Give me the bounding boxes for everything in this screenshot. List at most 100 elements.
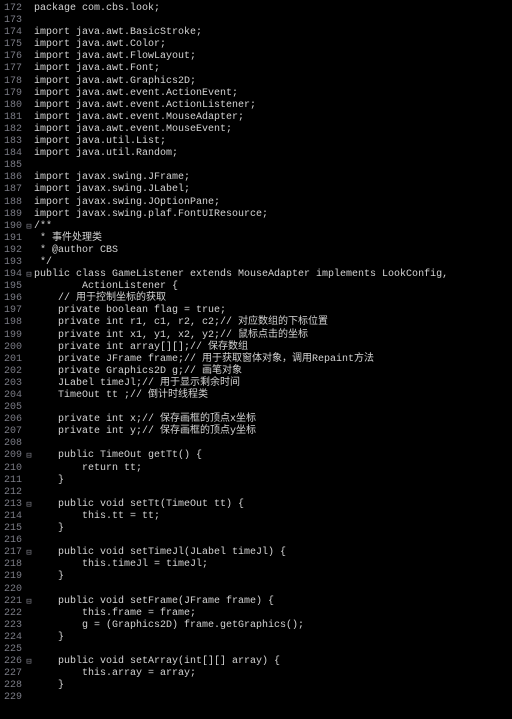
fold-marker[interactable] — [24, 51, 34, 63]
fold-marker[interactable] — [24, 511, 34, 523]
code-line[interactable] — [34, 535, 448, 547]
fold-marker[interactable] — [24, 438, 34, 450]
code-line[interactable]: import javax.swing.JOptionPane; — [34, 197, 448, 209]
fold-marker[interactable] — [24, 620, 34, 632]
code-line[interactable]: private int r1, c1, r2, c2;// 对应数组的下标位置 — [34, 317, 448, 329]
code-line[interactable]: } — [34, 680, 448, 692]
fold-marker[interactable] — [24, 27, 34, 39]
code-line[interactable]: * @author CBS — [34, 245, 448, 257]
code-line[interactable]: g = (Graphics2D) frame.getGraphics(); — [34, 620, 448, 632]
code-line[interactable]: package com.cbs.look; — [34, 3, 448, 15]
fold-marker[interactable]: ⊟ — [24, 656, 34, 668]
code-line[interactable]: private Graphics2D g;// 画笔对象 — [34, 366, 448, 378]
code-line[interactable] — [34, 15, 448, 27]
fold-marker[interactable] — [24, 584, 34, 596]
code-content[interactable]: package com.cbs.look; import java.awt.Bas… — [34, 3, 448, 704]
fold-marker[interactable]: ⊟ — [24, 221, 34, 233]
code-line[interactable]: public void setTt(TimeOut tt) { — [34, 499, 448, 511]
fold-marker[interactable] — [24, 366, 34, 378]
fold-marker[interactable] — [24, 632, 34, 644]
code-line[interactable]: import java.util.Random; — [34, 148, 448, 160]
code-line[interactable]: this.timeJl = timeJl; — [34, 559, 448, 571]
fold-marker[interactable] — [24, 209, 34, 221]
code-line[interactable]: import javax.swing.JLabel; — [34, 184, 448, 196]
fold-marker[interactable] — [24, 317, 34, 329]
fold-marker[interactable] — [24, 378, 34, 390]
fold-marker[interactable] — [24, 330, 34, 342]
fold-marker[interactable] — [24, 136, 34, 148]
fold-marker[interactable] — [24, 293, 34, 305]
code-line[interactable]: this.array = array; — [34, 668, 448, 680]
fold-marker[interactable] — [24, 197, 34, 209]
code-line[interactable]: } — [34, 475, 448, 487]
fold-marker[interactable] — [24, 668, 34, 680]
fold-marker[interactable] — [24, 172, 34, 184]
fold-marker[interactable] — [24, 644, 34, 656]
code-line[interactable]: private JFrame frame;// 用于获取窗体对象，调用Repai… — [34, 354, 448, 366]
fold-marker[interactable] — [24, 257, 34, 269]
code-line[interactable]: import java.awt.event.ActionEvent; — [34, 88, 448, 100]
code-line[interactable]: } — [34, 571, 448, 583]
code-line[interactable]: private int array[][];// 保存数组 — [34, 342, 448, 354]
code-line[interactable]: private int x1, y1, x2, y2;// 鼠标点击的坐标 — [34, 330, 448, 342]
code-line[interactable]: import java.awt.Font; — [34, 63, 448, 75]
fold-marker[interactable] — [24, 390, 34, 402]
code-line[interactable]: import java.awt.Color; — [34, 39, 448, 51]
code-line[interactable]: JLabel timeJl;// 用于显示剩余时间 — [34, 378, 448, 390]
fold-marker[interactable] — [24, 426, 34, 438]
code-line[interactable] — [34, 487, 448, 499]
code-line[interactable] — [34, 160, 448, 172]
code-line[interactable] — [34, 402, 448, 414]
fold-marker[interactable] — [24, 160, 34, 172]
code-line[interactable]: this.frame = frame; — [34, 608, 448, 620]
code-line[interactable]: private int y;// 保存画框的顶点y坐标 — [34, 426, 448, 438]
fold-marker[interactable] — [24, 124, 34, 136]
code-line[interactable]: public void setArray(int[][] array) { — [34, 656, 448, 668]
fold-marker[interactable] — [24, 559, 34, 571]
fold-marker[interactable]: ⊟ — [24, 499, 34, 511]
fold-marker[interactable] — [24, 523, 34, 535]
fold-marker[interactable] — [24, 414, 34, 426]
code-line[interactable]: import javax.swing.plaf.FontUIResource; — [34, 209, 448, 221]
code-line[interactable]: import java.awt.FlowLayout; — [34, 51, 448, 63]
code-line[interactable]: private boolean flag = true; — [34, 305, 448, 317]
code-line[interactable] — [34, 438, 448, 450]
fold-marker[interactable] — [24, 63, 34, 75]
fold-marker[interactable]: ⊟ — [24, 596, 34, 608]
code-line[interactable]: // 用于控制坐标的获取 — [34, 293, 448, 305]
code-line[interactable]: ActionListener { — [34, 281, 448, 293]
fold-marker[interactable] — [24, 112, 34, 124]
code-line[interactable]: public void setFrame(JFrame frame) { — [34, 596, 448, 608]
fold-marker[interactable] — [24, 535, 34, 547]
fold-marker[interactable] — [24, 233, 34, 245]
fold-marker[interactable] — [24, 39, 34, 51]
fold-marker[interactable] — [24, 3, 34, 15]
code-line[interactable]: } — [34, 632, 448, 644]
code-line[interactable]: this.tt = tt; — [34, 511, 448, 523]
code-line[interactable]: public TimeOut getTt() { — [34, 450, 448, 462]
fold-marker[interactable]: ⊟ — [24, 450, 34, 462]
code-line[interactable] — [34, 692, 448, 704]
fold-marker[interactable] — [24, 680, 34, 692]
code-line[interactable]: import java.awt.event.MouseAdapter; — [34, 112, 448, 124]
fold-marker[interactable] — [24, 402, 34, 414]
fold-marker[interactable] — [24, 148, 34, 160]
code-line[interactable]: public class GameListener extends MouseA… — [34, 269, 448, 281]
fold-marker[interactable] — [24, 15, 34, 27]
code-line[interactable]: public void setTimeJl(JLabel timeJl) { — [34, 547, 448, 559]
code-line[interactable] — [34, 584, 448, 596]
code-line[interactable]: import java.awt.event.ActionListener; — [34, 100, 448, 112]
code-line[interactable]: /** — [34, 221, 448, 233]
fold-marker[interactable] — [24, 100, 34, 112]
code-line[interactable]: private int x;// 保存画框的顶点x坐标 — [34, 414, 448, 426]
fold-marker[interactable] — [24, 354, 34, 366]
fold-marker[interactable] — [24, 571, 34, 583]
fold-marker[interactable] — [24, 184, 34, 196]
fold-marker[interactable] — [24, 88, 34, 100]
code-line[interactable]: return tt; — [34, 463, 448, 475]
fold-marker[interactable] — [24, 608, 34, 620]
code-line[interactable]: } — [34, 523, 448, 535]
fold-marker[interactable]: ⊟ — [24, 547, 34, 559]
code-line[interactable]: import java.util.List; — [34, 136, 448, 148]
code-line[interactable]: import java.awt.BasicStroke; — [34, 27, 448, 39]
